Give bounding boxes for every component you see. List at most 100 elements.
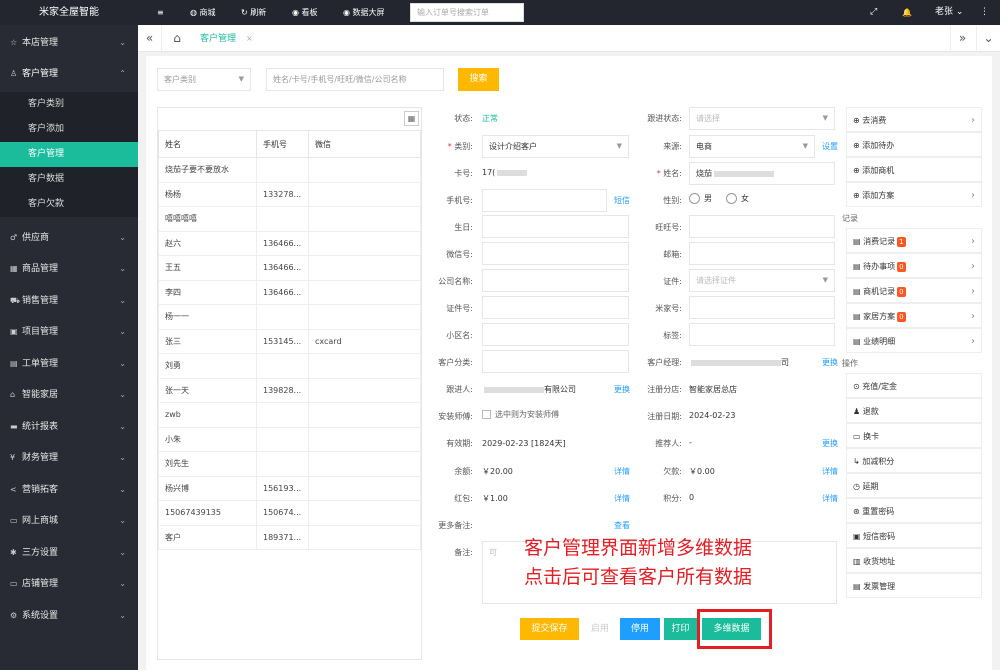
table-row[interactable]: zwb [158,402,421,428]
submit-button[interactable]: 提交保存 [520,618,579,640]
sidebar-item-sales[interactable]: ⛟ 销售管理 ⌄ [0,285,138,316]
sidebar-item-supplier[interactable]: ♂ 供应商 ⌄ [0,222,138,253]
record-performance[interactable]: ▤ 业绩明细 › [846,328,982,353]
disable-button[interactable]: 停用 [620,618,660,640]
table-row[interactable]: 杨杨 133278... [158,181,421,207]
customer-search-input[interactable]: 姓名/卡号/手机号/旺旺/微信/公司名称 [266,68,444,91]
order-search-input[interactable]: 输入订单号搜索订单 [410,3,524,22]
community-input[interactable] [482,323,629,346]
bell-icon[interactable]: 🔔 [902,0,912,25]
sidebar-item-finance[interactable]: ¥ 财务管理 ⌄ [0,442,138,473]
sidebar-item-onlinemall[interactable]: ▭ 网上商城 ⌄ [0,505,138,536]
follower-change-link[interactable]: 更换 [614,384,630,395]
sms-link[interactable]: 短信 [614,195,630,206]
action-add-todo[interactable]: ⊕ 添加待办 [846,132,982,157]
phone-input[interactable] [482,189,607,212]
redpack-detail-link[interactable]: 详情 [614,493,630,504]
gender-female-radio[interactable]: 女 [726,193,749,204]
table-row[interactable]: 杨一一 [158,304,421,330]
table-row[interactable]: 烧茄子要不要放水 [158,157,421,183]
op-sms-password[interactable]: ▣ 短信密码 [846,523,982,548]
sidebar-item-store[interactable]: ☆ 本店管理 ⌄ [0,27,138,58]
dashboard-link[interactable]: ◉ 看板 [292,0,318,25]
certno-input[interactable] [482,296,629,319]
type-select[interactable]: 设计介绍客户 ▼ [482,135,629,158]
sidebar-sub-debt[interactable]: 客户欠款 [0,192,138,217]
sidebar-item-thirdparty[interactable]: ✱ 三方设置 ⌄ [0,537,138,568]
debt-detail-link[interactable]: 详情 [822,466,838,477]
source-select[interactable]: 电商 ▼ [689,135,815,158]
balance-detail-link[interactable]: 详情 [614,466,630,477]
follow-status-select[interactable]: 请选择 ▼ [689,107,835,130]
sidebar-item-smarthome[interactable]: ⌂ 智能家居 ⌄ [0,379,138,410]
table-row[interactable]: 小朱 [158,426,421,452]
op-extend[interactable]: ◷ 延期 [846,473,982,498]
category-select[interactable]: 客户类别 ▼ [157,68,251,91]
notes-view-link[interactable]: 查看 [614,520,630,531]
wechat-input[interactable] [482,242,629,265]
op-reset-password[interactable]: ⊛ 重置密码 [846,498,982,523]
installer-checkbox[interactable]: 选中则为安装师傅 [482,409,559,420]
table-row[interactable]: 15067439135 150674... [158,500,421,526]
table-row[interactable]: 嘻嘻嘻嘻 [158,206,421,232]
sidebar-item-workorder[interactable]: ▤ 工单管理 ⌄ [0,348,138,379]
action-add-plan[interactable]: ⊕ 添加方案 › [846,182,982,207]
tags-input[interactable] [689,323,835,346]
print-button[interactable]: 打印 [664,618,697,640]
record-consume[interactable]: ▤ 消费记录 1 › [846,228,982,253]
user-menu[interactable]: 老张 ⌄ [935,0,963,25]
points-detail-link[interactable]: 详情 [822,493,838,504]
menu-toggle-icon[interactable]: ≡ [157,0,164,25]
bigscreen-link[interactable]: ◉ 数据大屏 [343,0,385,25]
tab-forward-icon[interactable]: » [950,25,974,52]
tab-customer-manage[interactable]: 客户管理 × [194,25,259,52]
op-recharge[interactable]: ⊙ 充值/定金 [846,373,982,398]
columns-icon[interactable]: ▦ [404,111,419,126]
enable-button[interactable]: 启用 [585,618,615,640]
table-row[interactable]: 赵六 136466... [158,230,421,256]
table-row[interactable]: 李四 136466... [158,279,421,305]
sidebar-sub-manage[interactable]: 客户管理 [0,142,138,167]
sidebar-sub-data[interactable]: 客户数据 [0,167,138,192]
sidebar-item-customers[interactable]: ♙ 客户管理 ⌃ [0,58,138,89]
sidebar-item-goods[interactable]: ▦ 商品管理 ⌄ [0,253,138,284]
record-todo[interactable]: ▤ 待办事项 0 › [846,253,982,278]
sidebar-item-system[interactable]: ⚙ 系统设置 ⌄ [0,600,138,631]
table-row[interactable]: 张一天 139828... [158,377,421,403]
gender-male-radio[interactable]: 男 [689,193,712,204]
referrer-change-link[interactable]: 更换 [822,438,838,449]
fullscreen-icon[interactable]: ⤢ [870,0,877,25]
source-settings-link[interactable]: 设置 [822,141,838,152]
table-row[interactable]: 张三 153145... cxcard [158,328,421,354]
op-points[interactable]: ↳ 加减积分 [846,448,982,473]
table-row[interactable]: 刘勇 [158,353,421,379]
refresh-link[interactable]: ↻ 刷新 [241,0,266,25]
table-row[interactable]: 王五 136466... [158,255,421,281]
company-input[interactable] [482,269,629,292]
op-change-card[interactable]: ▭ 换卡 [846,423,982,448]
birthday-input[interactable] [482,215,629,238]
op-invoice[interactable]: ▤ 发票管理 [846,573,982,598]
record-opportunity[interactable]: ▤ 商机记录 0 › [846,278,982,303]
table-row[interactable]: 客户 189371... [158,524,421,550]
sidebar-item-shop[interactable]: ▭ 店铺管理 ⌄ [0,568,138,599]
table-row[interactable]: 杨兴博 156193... [158,475,421,501]
op-address[interactable]: ▥ 收货地址 [846,548,982,573]
sidebar-sub-category[interactable]: 客户类别 [0,92,138,117]
sidebar-item-marketing[interactable]: < 营销拓客 ⌄ [0,474,138,505]
wangwang-input[interactable] [689,215,835,238]
custcat-input[interactable] [482,350,629,373]
more-vertical-icon[interactable]: ⋮ [980,0,989,25]
sidebar-sub-add[interactable]: 客户添加 [0,117,138,142]
table-row[interactable]: 刘先生 [158,451,421,477]
mijia-input[interactable] [689,296,835,319]
close-icon[interactable]: × [246,34,253,43]
mall-link[interactable]: ◍ 商城 [190,0,216,25]
tab-back-icon[interactable]: « [138,25,162,52]
action-add-opportunity[interactable]: ⊕ 添加商机 [846,157,982,182]
home-icon[interactable]: ⌂ [165,25,189,52]
op-refund[interactable]: ♟ 退款 [846,398,982,423]
sidebar-item-project[interactable]: ▣ 项目管理 ⌄ [0,316,138,347]
record-plan[interactable]: ▤ 家居方案 0 › [846,303,982,328]
action-consume[interactable]: ⊕ 去消费 › [846,107,982,132]
